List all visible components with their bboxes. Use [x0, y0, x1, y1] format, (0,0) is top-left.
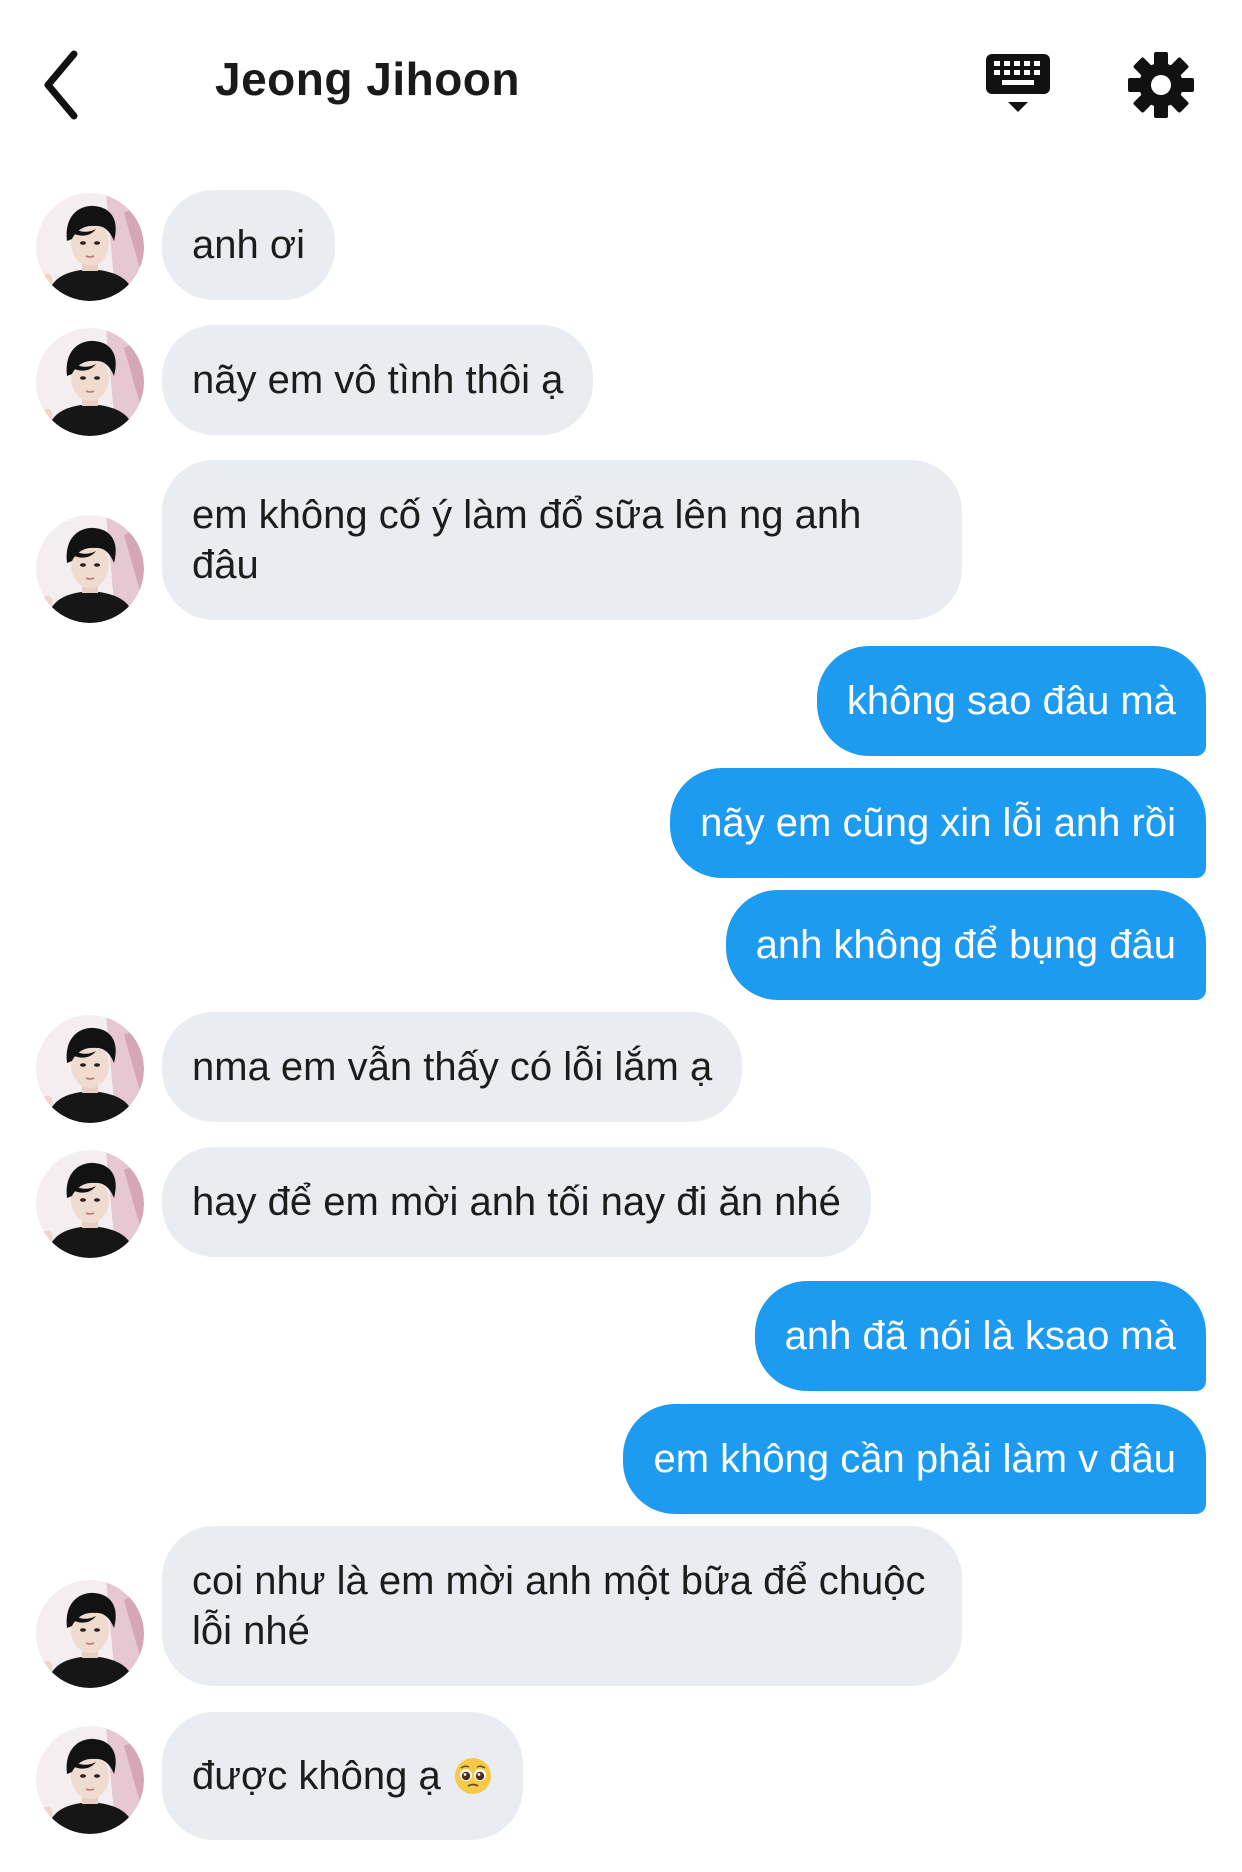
message-text: anh ơi — [192, 223, 305, 267]
avatar[interactable] — [36, 1580, 144, 1688]
avatar[interactable] — [36, 1150, 144, 1258]
keyboard-button[interactable] — [982, 48, 1054, 120]
message-text: anh không để bụng đâu — [755, 923, 1176, 967]
message-bubble-incoming[interactable]: anh ơi — [162, 190, 335, 300]
message-text: em không cần phải làm v đâu — [653, 1437, 1176, 1481]
message-bubble-outgoing[interactable]: không sao đâu mà — [816, 646, 1206, 756]
message-bubble-outgoing[interactable]: em không cần phải làm v đâu — [623, 1404, 1206, 1514]
message-text: được không ạ — [192, 1754, 441, 1798]
message-text: em không cố ý làm đổ sữa lên ng anh đâu — [192, 493, 862, 587]
message-text: anh đã nói là ksao mà — [784, 1314, 1176, 1358]
message-text: hay để em mời anh tối nay đi ăn nhé — [192, 1180, 841, 1224]
gear-icon — [1128, 52, 1194, 118]
message-bubble-outgoing[interactable]: anh không để bụng đâu — [725, 890, 1206, 1000]
contact-name: Jeong Jihoon — [215, 53, 520, 105]
message-bubble-incoming[interactable]: nma em vẫn thấy có lỗi lắm ạ — [162, 1012, 743, 1122]
message-bubble-outgoing[interactable]: anh đã nói là ksao mà — [754, 1281, 1206, 1391]
chat-header: Jeong Jihoon — [0, 0, 1242, 170]
message-text: nãy em vô tình thôi ạ — [192, 358, 564, 402]
avatar[interactable] — [36, 1015, 144, 1123]
message-bubble-incoming[interactable]: em không cố ý làm đổ sữa lên ng anh đâu — [162, 460, 962, 620]
message-bubble-incoming[interactable]: coi như là em mời anh một bữa để chuộc l… — [162, 1526, 962, 1686]
message-text: coi như là em mời anh một bữa để chuộc l… — [192, 1559, 926, 1653]
message-bubble-outgoing[interactable]: nãy em cũng xin lỗi anh rồi — [670, 768, 1206, 878]
avatar[interactable] — [36, 1726, 144, 1834]
message-bubble-incoming[interactable]: được không ạ — [162, 1712, 523, 1840]
settings-button[interactable] — [1124, 48, 1198, 122]
back-button[interactable] — [28, 40, 108, 130]
avatar[interactable] — [36, 328, 144, 436]
keyboard-icon — [986, 54, 1050, 112]
pleading-face-emoji — [454, 1758, 491, 1794]
avatar[interactable] — [36, 515, 144, 623]
message-bubble-incoming[interactable]: nãy em vô tình thôi ạ — [162, 325, 594, 435]
message-text: nãy em cũng xin lỗi anh rồi — [700, 801, 1176, 845]
message-bubble-incoming[interactable]: hay để em mời anh tối nay đi ăn nhé — [162, 1147, 871, 1257]
chevron-left-icon — [44, 50, 78, 120]
avatar[interactable] — [36, 193, 144, 301]
message-text: không sao đâu mà — [846, 679, 1176, 723]
message-text: nma em vẫn thấy có lỗi lắm ạ — [192, 1045, 713, 1089]
